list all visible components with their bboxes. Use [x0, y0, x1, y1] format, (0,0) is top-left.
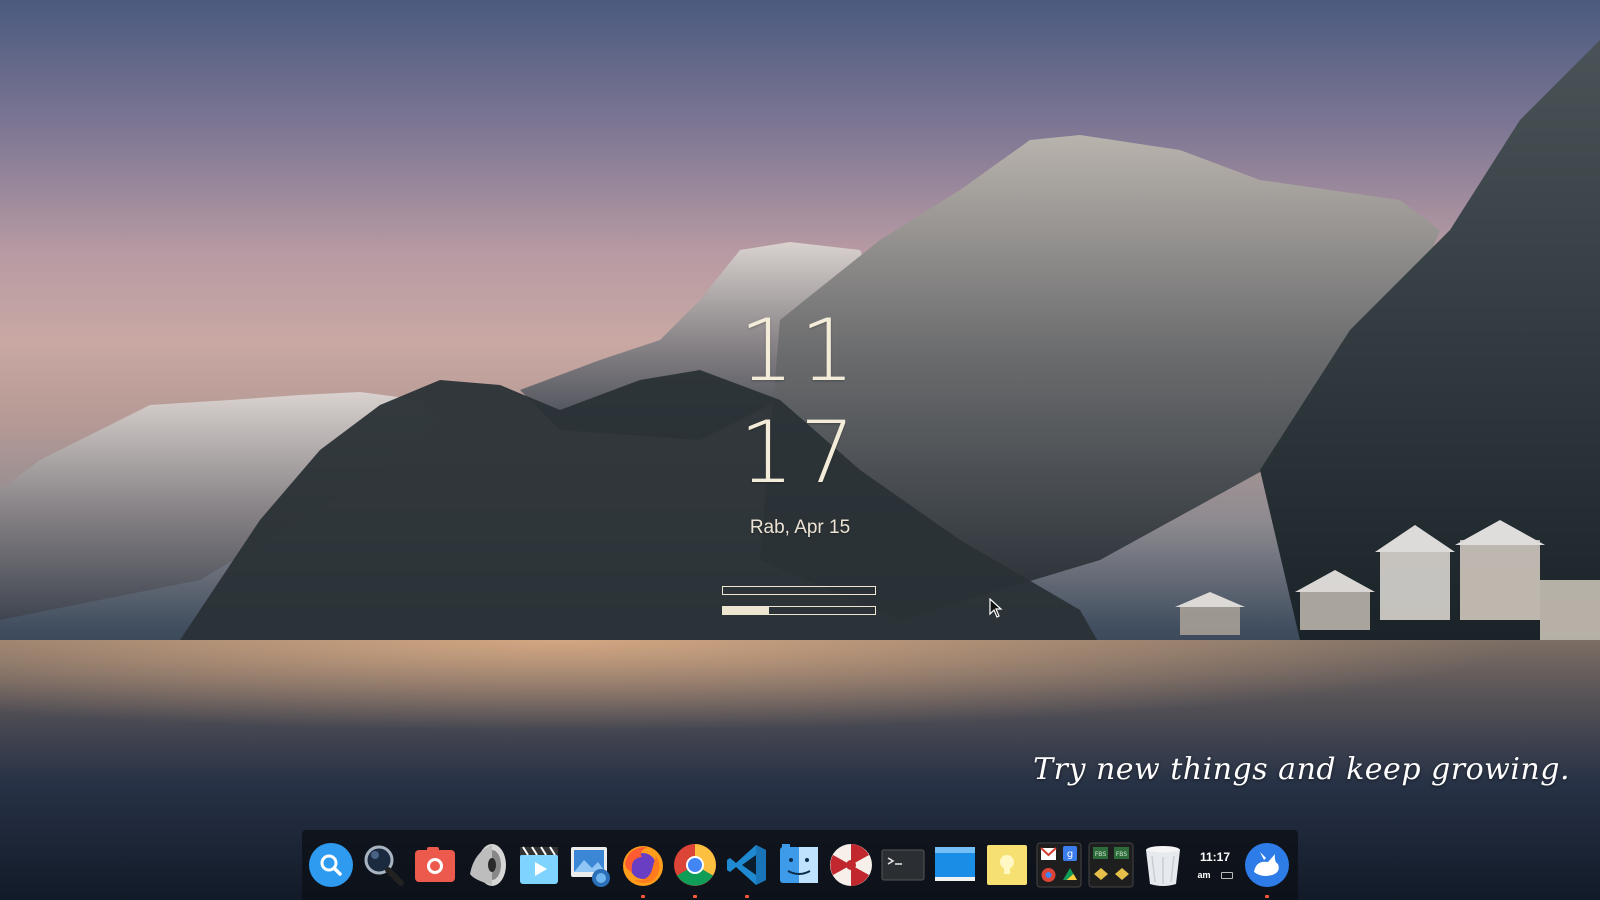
dock: g FBS FBS 11:17 am: [302, 830, 1298, 900]
dock-item-trash[interactable]: [1140, 842, 1186, 888]
dock-item-fbs[interactable]: FBS FBS: [1088, 842, 1134, 888]
meter-2: [722, 606, 876, 615]
magnifier-icon: [364, 845, 404, 886]
svg-text:FBS: FBS: [1116, 851, 1127, 858]
clock-date: Rab, Apr 15: [749, 517, 851, 538]
meter-2-fill: [723, 607, 769, 614]
dock-item-firefox[interactable]: [620, 842, 666, 898]
dock-item-launcher[interactable]: [1244, 842, 1290, 898]
dock-item-sound[interactable]: [464, 842, 510, 888]
launcher-icon: [1245, 843, 1289, 887]
dock-item-search[interactable]: [308, 842, 354, 888]
meter-1: [722, 586, 876, 595]
camera-icon: [415, 847, 455, 882]
quote-text: Try new things and keep growing.: [1033, 752, 1570, 787]
firefox-icon: [623, 846, 663, 886]
dock-item-magnifier[interactable]: [360, 842, 406, 888]
search-icon: [309, 843, 353, 887]
trash-icon: [1146, 846, 1180, 886]
clock-hour: 11: [739, 301, 861, 401]
speaker-icon: [470, 844, 506, 886]
running-indicator: [745, 895, 749, 898]
bulb-icon: [987, 845, 1027, 885]
keyboard-icon: [1220, 871, 1233, 879]
chrome-icon: [674, 844, 716, 886]
image-viewer-icon: [571, 847, 610, 887]
desktop: 11 17 Rab, Apr 15 Try new things and kee…: [0, 0, 1600, 900]
dock-item-ideas[interactable]: [984, 842, 1030, 888]
svg-text:g: g: [1067, 849, 1073, 860]
dock-item-image-viewer[interactable]: [568, 842, 614, 888]
google-apps-icon: g: [1036, 842, 1082, 888]
clock-minute: 17: [739, 403, 861, 503]
running-indicator: [693, 895, 697, 898]
desktop-icon: [935, 847, 975, 881]
running-indicator: [641, 895, 645, 898]
peppermint-icon: [830, 844, 872, 886]
dock-clock-meridiem: am: [1197, 870, 1211, 880]
running-indicator: [1265, 895, 1269, 898]
svg-text:FBS: FBS: [1095, 851, 1106, 858]
dock-item-files[interactable]: [776, 842, 822, 888]
dock-clock[interactable]: 11:17 am: [1192, 842, 1238, 888]
dock-item-video-player[interactable]: [516, 842, 562, 888]
file-manager-icon: [780, 844, 818, 883]
dock-item-vscode[interactable]: [724, 842, 770, 898]
dock-item-show-desktop[interactable]: [932, 842, 978, 888]
terminal-icon: [881, 849, 925, 881]
dock-item-google-apps[interactable]: g: [1036, 842, 1082, 888]
dock-item-screenshot[interactable]: [412, 842, 458, 888]
dock-item-terminal[interactable]: [880, 842, 926, 888]
video-player-icon: [520, 846, 558, 884]
mouse-pointer-icon: [989, 598, 1003, 618]
dock-item-chrome[interactable]: [672, 842, 718, 898]
vscode-icon: [727, 845, 766, 885]
dock-clock-time: 11:17: [1199, 850, 1231, 864]
fbs-icon: FBS FBS: [1088, 842, 1134, 888]
dock-item-peppermint[interactable]: [828, 842, 874, 888]
